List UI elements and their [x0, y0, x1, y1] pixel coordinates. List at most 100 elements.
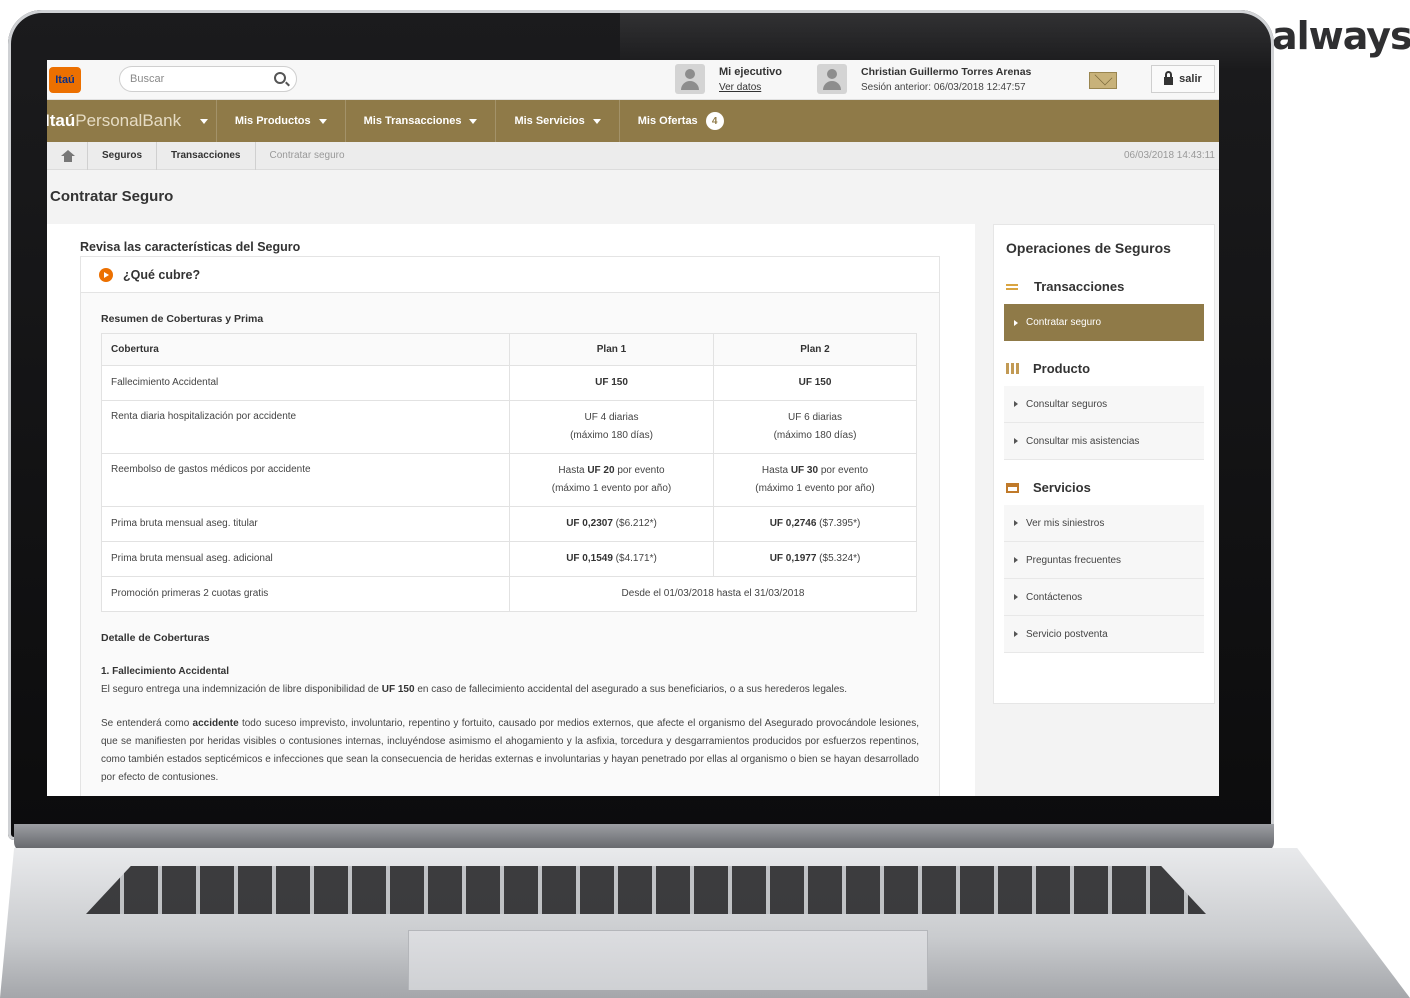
table-cell: Renta diaria hospitalización por acciden… — [101, 400, 510, 454]
logout-button[interactable]: salir — [1151, 65, 1215, 93]
nav-mis-ofertas[interactable]: Mis Ofertas 4 — [618, 100, 742, 142]
sidebar-group-label: Transacciones — [1034, 279, 1125, 294]
coverage-table: Cobertura Plan 1 Plan 2 Fallecimiento Ac… — [101, 333, 917, 612]
coverage-header[interactable]: ¿Qué cubre? — [81, 257, 939, 293]
nav-label: Mis Transacciones — [363, 115, 462, 127]
nav-mis-productos[interactable]: Mis Productos — [215, 100, 345, 142]
sidebar-item-consultar-asistencias[interactable]: Consultar mis asistencias — [1004, 423, 1204, 460]
detail-paragraph: El seguro entrega una indemnización de l… — [101, 681, 919, 699]
uf-amount: UF 20 — [587, 465, 615, 476]
table-cell: UF 0,1977 ($5.324*) — [713, 541, 917, 577]
executive-details-link[interactable]: Ver datos — [719, 82, 782, 93]
logout-label: salir — [1179, 73, 1202, 85]
caret-right-icon — [1014, 401, 1018, 407]
table-cell: Reembolso de gastos médicos por accident… — [101, 453, 510, 507]
detail-paragraph: Se entenderá como accidente todo suceso … — [101, 715, 919, 787]
text-suffix: por evento — [820, 465, 869, 476]
uf-amount: UF 0,2746 — [769, 518, 817, 529]
page-title: Contratar Seguro — [50, 188, 174, 205]
detail-title: Detalle de Coberturas — [101, 632, 210, 644]
nav-brand[interactable]: ItaúPersonalBank — [47, 111, 216, 131]
cell-line: (máximo 180 días) — [773, 430, 857, 441]
laptop-base — [0, 824, 1410, 998]
table-cell: Hasta UF 30 por evento (máximo 1 evento … — [713, 453, 917, 507]
nav-mis-transacciones[interactable]: Mis Transacciones — [344, 100, 496, 142]
laptop-deck — [0, 848, 1410, 998]
table-header: Plan 1 — [509, 333, 714, 366]
cell-line: (máximo 180 días) — [570, 430, 653, 441]
text-prefix: Hasta — [558, 465, 585, 476]
sidebar-group-label: Producto — [1033, 361, 1091, 376]
table-row: Renta diaria hospitalización por acciden… — [101, 400, 917, 454]
table-header-row: Cobertura Plan 1 Plan 2 — [101, 333, 917, 366]
clp-amount: ($5.324*) — [819, 553, 861, 564]
breadcrumb-seguros[interactable]: Seguros — [87, 141, 156, 170]
text-suffix: por evento — [617, 465, 665, 476]
mail-icon[interactable] — [1089, 72, 1117, 89]
nav-brand-bold: Itaú — [47, 111, 76, 130]
coverage-header-label: ¿Qué cubre? — [123, 267, 201, 282]
chevron-down-icon — [318, 118, 327, 124]
brand-overlay-text: always — [1272, 14, 1410, 58]
table-cell: UF 0,2746 ($7.395*) — [713, 506, 917, 542]
offers-count-badge: 4 — [705, 112, 724, 130]
keyboard — [86, 866, 1206, 914]
sidebar-item-servicio-postventa[interactable]: Servicio postventa — [1004, 616, 1204, 653]
current-datetime: 06/03/2018 14:43:11 — [1123, 150, 1215, 161]
caret-right-icon — [1014, 594, 1018, 600]
text-bold: UF 150 — [381, 684, 415, 695]
sidebar-item-consultar-seguros[interactable]: Consultar seguros — [1004, 386, 1204, 423]
sidebar-item-contactenos[interactable]: Contáctenos — [1004, 579, 1204, 616]
top-bar: Itaú Buscar Mi ejecutivo Ver datos Chris… — [47, 60, 1219, 100]
uf-amount: UF 30 — [790, 465, 819, 476]
table-cell: UF 0,1549 ($4.171*) — [509, 541, 714, 577]
coverage-box: ¿Qué cubre? Resumen de Coberturas y Prim… — [80, 256, 940, 796]
summary-title: Resumen de Coberturas y Prima — [101, 313, 264, 325]
breadcrumb-transacciones[interactable]: Transacciones — [156, 141, 254, 170]
sidebar-item-contratar-seguro[interactable]: Contratar seguro — [1004, 304, 1204, 341]
clp-amount: ($4.171*) — [615, 553, 657, 564]
operations-sidebar: Operaciones de Seguros Transacciones Con… — [993, 224, 1215, 704]
breadcrumb-current: Contratar seguro — [254, 141, 359, 170]
screen: Itaú Buscar Mi ejecutivo Ver datos Chris… — [47, 60, 1219, 796]
sidebar-item-label: Servicio postventa — [1026, 628, 1108, 640]
search-input[interactable]: Buscar — [119, 66, 297, 92]
nav-brand-light: PersonalBank — [75, 111, 182, 130]
executive-block: Mi ejecutivo Ver datos — [675, 64, 782, 94]
sidebar-item-label: Preguntas frecuentes — [1026, 554, 1122, 566]
sidebar-item-preguntas-frecuentes[interactable]: Preguntas frecuentes — [1004, 542, 1204, 579]
sidebar-group-label: Servicios — [1033, 480, 1091, 495]
table-row: Promoción primeras 2 cuotas gratis Desde… — [101, 576, 917, 612]
table-cell: UF 4 diarias (máximo 180 días) — [509, 400, 714, 454]
user-block: Christian Guillermo Torres Arenas Sesión… — [817, 64, 1031, 94]
caret-right-icon — [1014, 319, 1018, 326]
cell-line: (máximo 1 evento por año) — [755, 483, 875, 494]
breadcrumb: Seguros Transacciones Contratar seguro 0… — [47, 141, 1219, 170]
table-cell: Prima bruta mensual aseg. adicional — [101, 541, 510, 577]
cell-line: Hasta UF 30 por evento — [723, 462, 907, 480]
table-cell: Desde el 01/03/2018 hasta el 31/03/2018 — [509, 576, 917, 612]
table-cell: UF 150 — [509, 365, 714, 401]
main-panel: Revisa las características del Seguro ¿Q… — [47, 224, 975, 796]
search-icon[interactable] — [274, 72, 286, 84]
transfer-arrows-icon — [1006, 283, 1020, 291]
cell-line: UF 4 diarias — [584, 412, 639, 423]
table-cell: UF 6 diarias (máximo 180 días) — [713, 400, 917, 454]
sidebar-item-label: Consultar mis asistencias — [1026, 435, 1140, 447]
table-row: Prima bruta mensual aseg. titular UF 0,2… — [101, 506, 917, 542]
sidebar-group-transacciones: Transacciones — [994, 279, 1214, 294]
sidebar-item-ver-siniestros[interactable]: Ver mis siniestros — [1004, 505, 1204, 542]
uf-amount: UF 0,2307 — [566, 518, 613, 529]
nav-mis-servicios[interactable]: Mis Servicios — [495, 100, 618, 142]
executive-avatar-icon — [675, 64, 705, 94]
cell-line: Hasta UF 20 por evento — [519, 462, 704, 480]
search-placeholder: Buscar — [130, 73, 165, 85]
sidebar-item-label: Ver mis siniestros — [1026, 517, 1105, 529]
clp-amount: ($6.212*) — [615, 518, 657, 529]
text: en caso de fallecimiento accidental del … — [417, 684, 848, 695]
itau-logo[interactable]: Itaú — [49, 67, 81, 93]
table-row: Prima bruta mensual aseg. adicional UF 0… — [101, 541, 917, 577]
caret-right-icon — [1014, 557, 1018, 563]
caret-right-icon — [1014, 438, 1018, 444]
home-icon[interactable] — [61, 149, 75, 162]
